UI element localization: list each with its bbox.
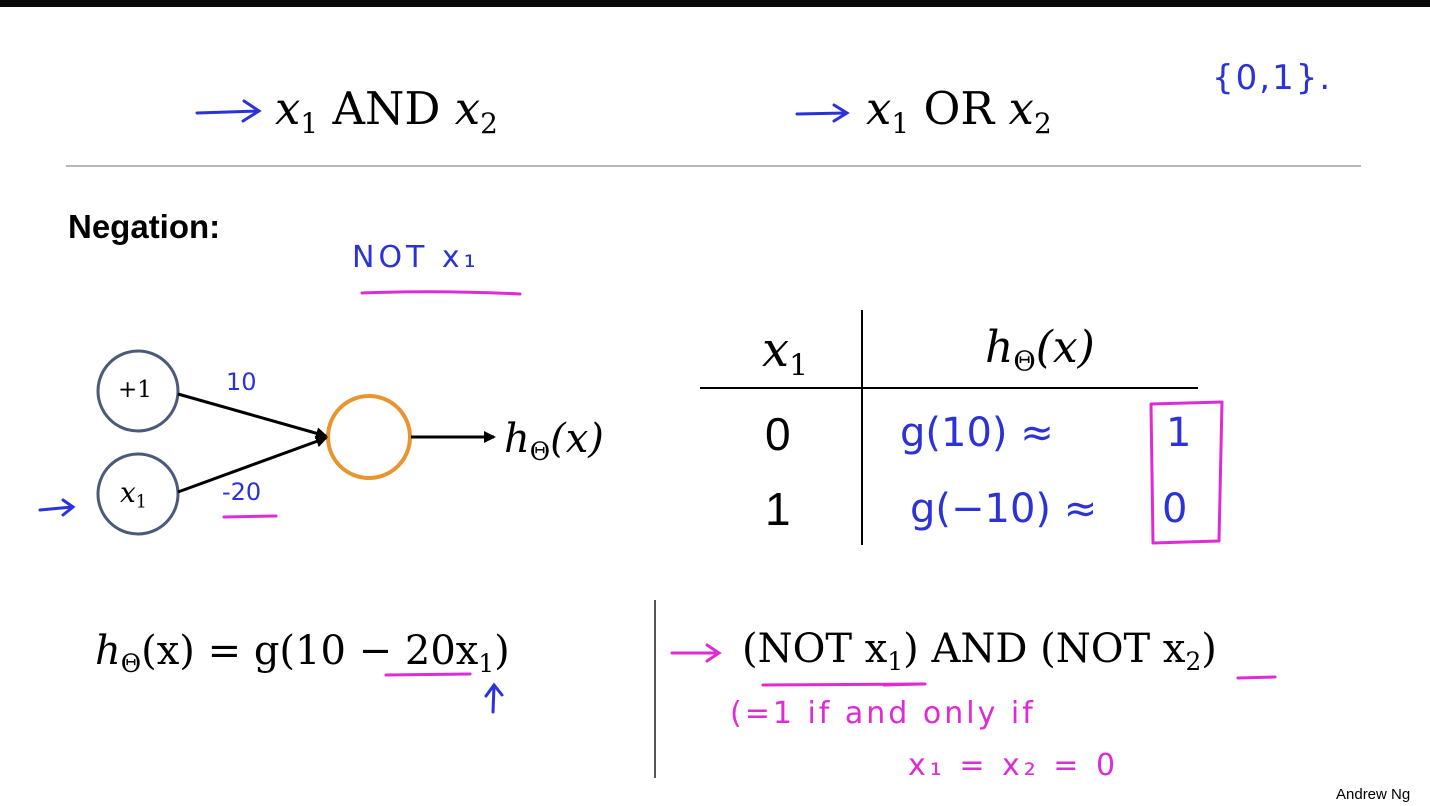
formula-underline <box>384 672 472 677</box>
x2-underline <box>1236 675 1277 680</box>
input-node <box>96 452 180 536</box>
not-x1-underline <box>360 290 522 296</box>
or-pointer-arrow <box>795 103 850 123</box>
and-pointer-arrow <box>195 99 262 123</box>
formula-pointer-arrow <box>484 682 504 714</box>
diagram-graphics <box>38 99 1277 778</box>
input-pointer-arrow <box>38 498 76 517</box>
edge-bias <box>177 392 328 440</box>
edge-input <box>177 435 328 494</box>
x1-underline <box>882 682 922 687</box>
bias-node <box>96 349 180 433</box>
result-box <box>1149 400 1224 545</box>
right-pointer-arrow <box>670 643 722 663</box>
output-node <box>326 394 412 480</box>
weight-underline <box>222 514 278 519</box>
